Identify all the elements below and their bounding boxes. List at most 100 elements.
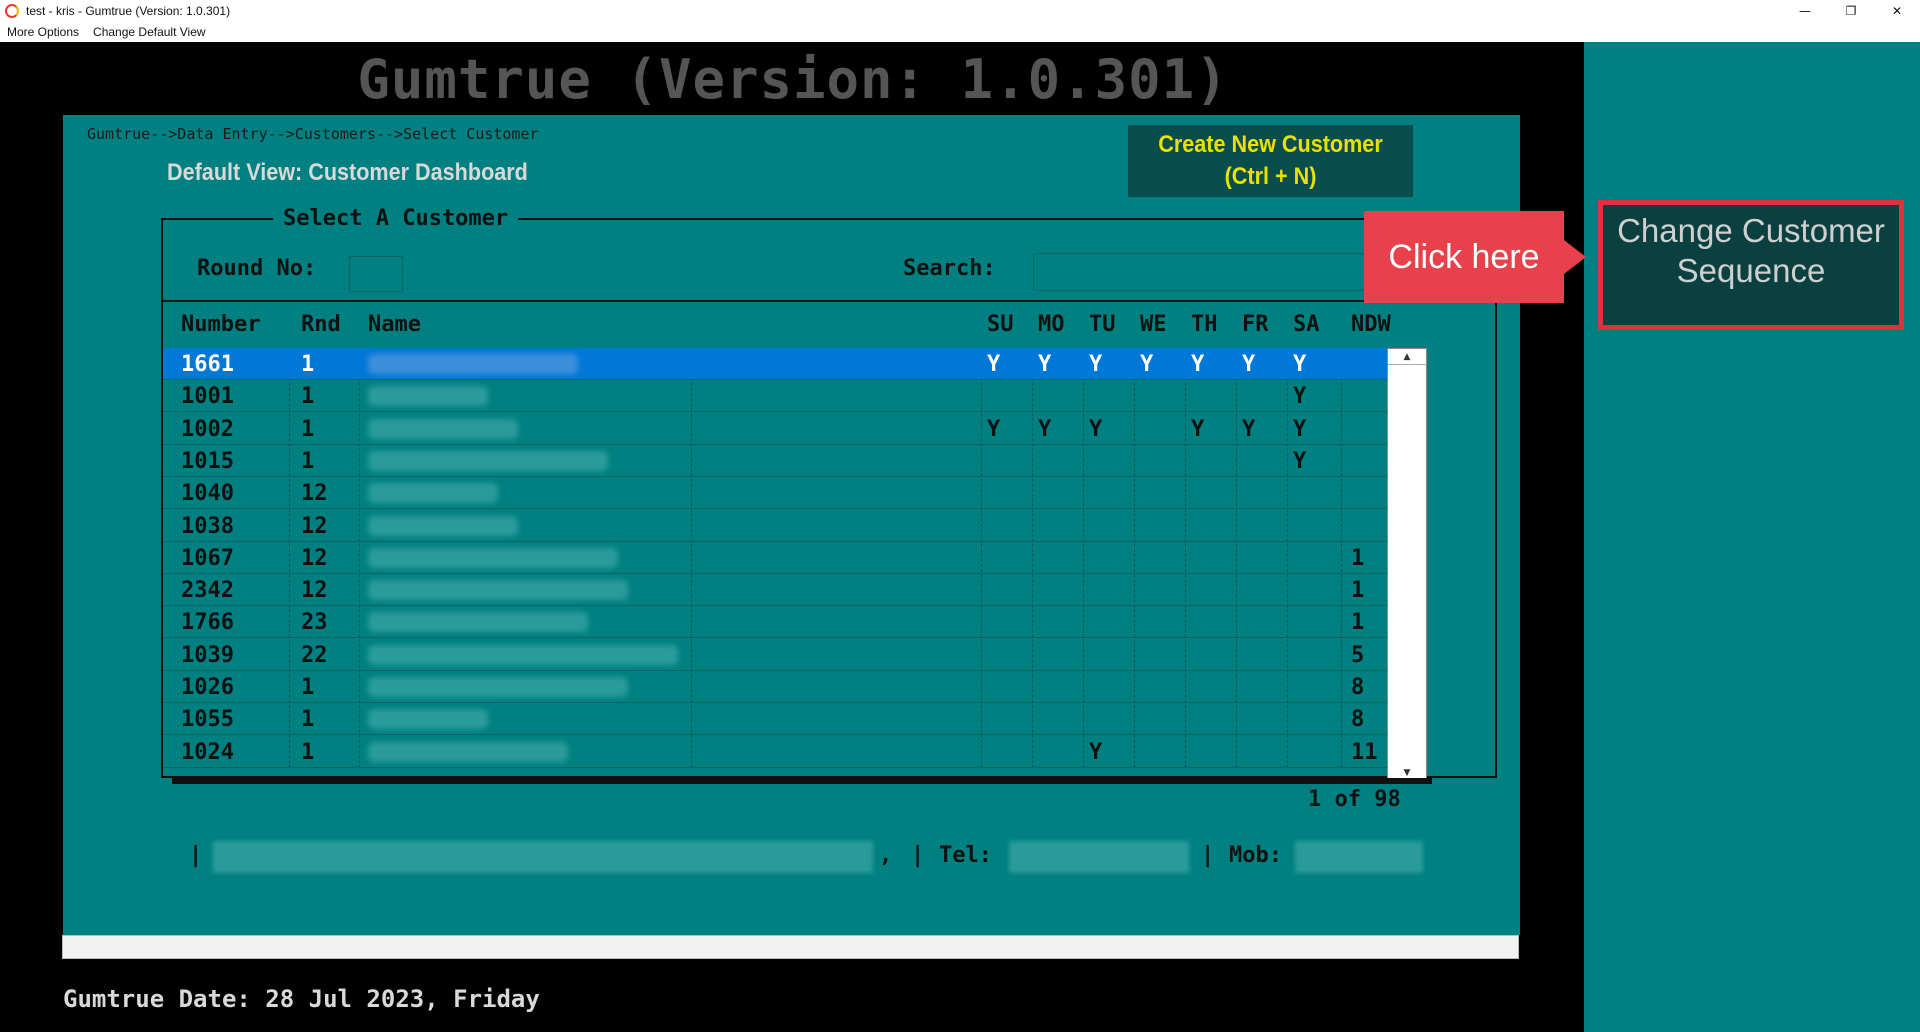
col-we[interactable]: WE bbox=[1140, 312, 1167, 337]
table-row[interactable]: 1766 23 1 bbox=[163, 606, 1419, 639]
cell-number: 1039 bbox=[181, 642, 234, 668]
table-row[interactable]: 1026 1 8 bbox=[163, 671, 1419, 703]
name-redacted bbox=[368, 483, 498, 504]
search-label: Search: bbox=[903, 256, 996, 281]
cell-number: 1024 bbox=[181, 739, 234, 765]
round-no-input[interactable] bbox=[349, 256, 403, 292]
customer-grid[interactable]: Number Rnd Name SU MO TU WE TH FR SA NDW bbox=[163, 300, 1419, 776]
click-here-callout: Click here bbox=[1364, 211, 1586, 303]
name-redacted bbox=[368, 547, 618, 568]
cell-ndw: 1 bbox=[1351, 578, 1365, 604]
contact-separator: | bbox=[189, 843, 203, 868]
cell-ndw: 1 bbox=[1351, 610, 1365, 636]
search-input[interactable] bbox=[1033, 253, 1383, 291]
cell-sa: Y bbox=[1293, 352, 1307, 377]
name-redacted bbox=[368, 580, 628, 601]
cell-tu: Y bbox=[1089, 416, 1103, 442]
tel-redacted bbox=[1009, 841, 1189, 873]
table-row[interactable]: 1039 22 5 bbox=[163, 639, 1419, 671]
cell-tu: Y bbox=[1089, 739, 1103, 765]
name-redacted bbox=[368, 612, 588, 633]
cell-number: 1026 bbox=[181, 675, 234, 700]
cell-number: 2342 bbox=[181, 578, 234, 604]
cell-th: Y bbox=[1191, 416, 1205, 442]
name-redacted bbox=[368, 644, 678, 665]
window-titlebar: test - kris - Gumtrue (Version: 1.0.301)… bbox=[0, 0, 1920, 22]
cell-number: 1002 bbox=[181, 416, 234, 442]
menu-bar: More Options Change Default View bbox=[0, 22, 1920, 42]
tel-label: Tel: bbox=[939, 843, 992, 868]
restore-icon[interactable]: ❐ bbox=[1828, 0, 1874, 22]
table-row[interactable]: 1002 1 Y Y Y Y Y Y bbox=[163, 413, 1419, 445]
cell-sa: Y bbox=[1293, 384, 1307, 410]
scroll-up-icon[interactable]: ▲ bbox=[1388, 349, 1426, 365]
grid-header: Number Rnd Name SU MO TU WE TH FR SA NDW bbox=[163, 302, 1419, 346]
cell-number: 1038 bbox=[181, 513, 234, 539]
name-redacted bbox=[368, 515, 518, 536]
breadcrumb: Gumtrue-->Data Entry-->Customers-->Selec… bbox=[87, 125, 539, 143]
col-th[interactable]: TH bbox=[1191, 312, 1218, 337]
cell-rnd: 1 bbox=[301, 416, 315, 442]
name-redacted bbox=[368, 354, 578, 374]
table-row[interactable]: 2342 12 1 bbox=[163, 574, 1419, 607]
table-row[interactable]: 1040 12 bbox=[163, 477, 1419, 510]
col-fr[interactable]: FR bbox=[1242, 312, 1269, 337]
cell-rnd: 12 bbox=[301, 513, 328, 539]
callout-arrow-icon bbox=[1564, 240, 1586, 274]
col-mo[interactable]: MO bbox=[1038, 312, 1065, 337]
cell-number: 1661 bbox=[181, 352, 234, 377]
cell-number: 1001 bbox=[181, 384, 234, 410]
create-new-customer-button[interactable]: Create New Customer (Ctrl + N) bbox=[1128, 125, 1413, 197]
change-customer-sequence-button[interactable]: Change Customer Sequence bbox=[1598, 200, 1904, 330]
col-number[interactable]: Number bbox=[181, 312, 260, 337]
cell-number: 1055 bbox=[181, 707, 234, 733]
menu-more-options[interactable]: More Options bbox=[7, 25, 79, 39]
table-row[interactable]: 1038 12 bbox=[163, 510, 1419, 542]
cell-number: 1766 bbox=[181, 610, 234, 636]
main-panel: Gumtrue-->Data Entry-->Customers-->Selec… bbox=[62, 115, 1520, 959]
contact-comma: , bbox=[879, 843, 893, 868]
cell-ndw: 8 bbox=[1351, 707, 1365, 733]
table-row[interactable]: 1024 1 Y 11 bbox=[163, 736, 1419, 768]
table-row[interactable]: 1055 1 8 bbox=[163, 703, 1419, 736]
mob-redacted bbox=[1295, 841, 1423, 873]
name-redacted bbox=[368, 741, 568, 762]
col-su[interactable]: SU bbox=[987, 312, 1014, 337]
cell-th: Y bbox=[1191, 352, 1205, 377]
menu-change-default-view[interactable]: Change Default View bbox=[93, 25, 206, 39]
grid-scrollbar[interactable]: ▲ ▼ bbox=[1387, 348, 1427, 782]
col-rnd[interactable]: Rnd bbox=[301, 312, 341, 337]
cell-ndw: 8 bbox=[1351, 675, 1365, 700]
cell-rnd: 12 bbox=[301, 545, 328, 571]
app-title: Gumtrue (Version: 1.0.301) bbox=[357, 48, 1229, 111]
cell-ndw: 1 bbox=[1351, 545, 1365, 571]
cell-rnd: 1 bbox=[301, 448, 315, 474]
cell-fr: Y bbox=[1242, 416, 1256, 442]
table-row[interactable]: 1001 1 Y bbox=[163, 380, 1419, 413]
table-row[interactable]: 1067 12 1 bbox=[163, 542, 1419, 574]
cell-rnd: 1 bbox=[301, 675, 315, 700]
cell-rnd: 1 bbox=[301, 739, 315, 765]
cell-rnd: 1 bbox=[301, 352, 315, 377]
close-icon[interactable]: ✕ bbox=[1874, 0, 1920, 22]
group-title: Select A Customer bbox=[273, 206, 519, 231]
name-redacted bbox=[368, 418, 518, 439]
contact-separator: | bbox=[1201, 843, 1215, 868]
cell-fr: Y bbox=[1242, 352, 1256, 377]
cell-rnd: 12 bbox=[301, 578, 328, 604]
col-name[interactable]: Name bbox=[368, 312, 421, 337]
minimize-icon[interactable]: — bbox=[1782, 0, 1828, 22]
cell-number: 1067 bbox=[181, 545, 234, 571]
sequence-button-line2: Sequence bbox=[1676, 252, 1826, 289]
col-tu[interactable]: TU bbox=[1089, 312, 1116, 337]
contact-separator: | bbox=[911, 843, 925, 868]
table-row[interactable]: 1661 1 Y Y Y Y Y Y Y bbox=[163, 348, 1419, 380]
table-row[interactable]: 1015 1 Y bbox=[163, 445, 1419, 477]
col-ndw[interactable]: NDW bbox=[1351, 312, 1391, 337]
cell-sa: Y bbox=[1293, 448, 1307, 474]
col-sa[interactable]: SA bbox=[1293, 312, 1320, 337]
cell-rnd: 22 bbox=[301, 642, 328, 668]
cell-rnd: 23 bbox=[301, 610, 328, 636]
cell-ndw: 5 bbox=[1351, 642, 1365, 668]
grid-shadow bbox=[172, 778, 1432, 784]
